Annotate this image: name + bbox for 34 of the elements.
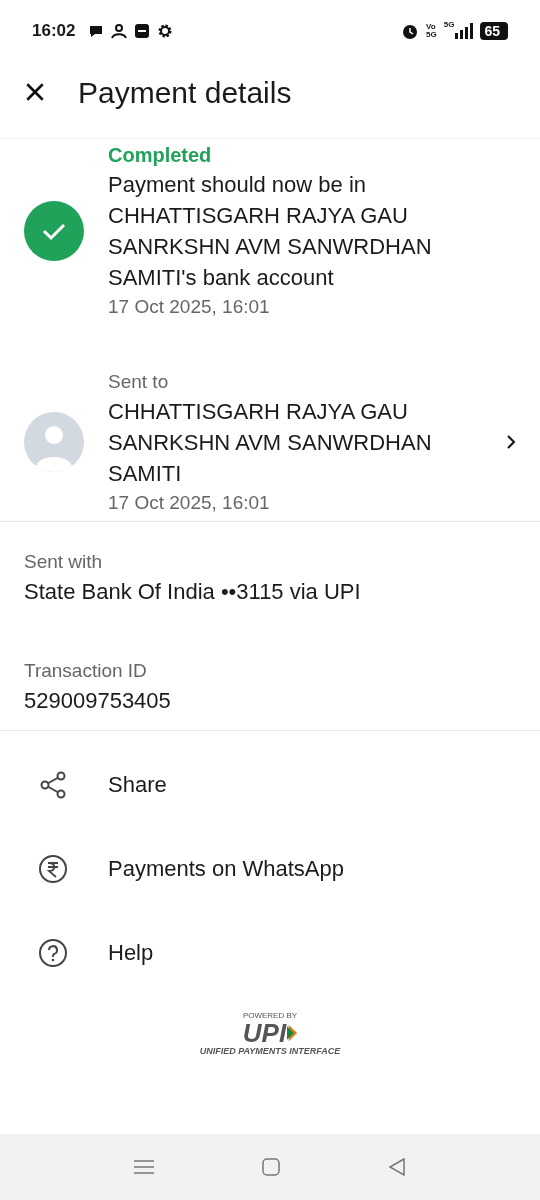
app-icon <box>134 23 151 39</box>
volte-network-label: 5G <box>426 31 437 39</box>
recipient-time: 17 Oct 2025, 16:01 <box>108 490 271 515</box>
home-icon[interactable] <box>262 1158 280 1176</box>
person-icon <box>111 23 128 39</box>
network-label: 5G <box>443 20 455 29</box>
recipient-label: Sent to <box>108 369 170 394</box>
chevron-right-icon[interactable] <box>506 435 516 449</box>
action-label[interactable]: Payments on WhatsApp <box>108 856 344 882</box>
detail-value: State Bank Of India ••3115 via UPI <box>24 578 362 606</box>
battery-indicator: 65 <box>480 22 508 40</box>
menu-icon[interactable] <box>134 1159 154 1175</box>
detail-label: Transaction ID <box>24 659 148 683</box>
detail-label: Sent with <box>24 550 104 574</box>
help-icon[interactable] <box>38 938 68 968</box>
page-title: Payment details <box>78 76 292 110</box>
alarm-icon <box>401 22 420 40</box>
share-icon[interactable] <box>38 770 68 800</box>
back-icon[interactable] <box>388 1158 406 1176</box>
action-label[interactable]: Share <box>108 772 167 798</box>
rupee-icon[interactable] <box>38 854 68 884</box>
status-message: Payment should now be in CHHATTISGARH RAJYA GAU SANRKSHN AVM SANWRDHAN SAMITI's bank account <box>108 171 433 292</box>
status-time: 16:02 <box>32 21 76 41</box>
status-time: 17 Oct 2025, 16:01 <box>108 295 271 319</box>
signal-icon <box>455 23 474 39</box>
status-label: Completed <box>108 143 213 168</box>
settings-icon <box>157 23 174 39</box>
upi-logo: POWERED BY UPI UNIFIED PAYMENTS INTERFACE <box>199 1011 341 1056</box>
volte-label: Vo <box>426 23 437 31</box>
detail-value: 529009753405 <box>24 687 172 715</box>
recipient-name[interactable]: CHHATTISGARH RAJYA GAU SANRKSHN AVM SANWRDHAN SAMITI <box>108 395 492 489</box>
chat-icon <box>88 23 105 39</box>
action-label[interactable]: Help <box>108 940 154 966</box>
avatar-icon <box>24 412 84 472</box>
